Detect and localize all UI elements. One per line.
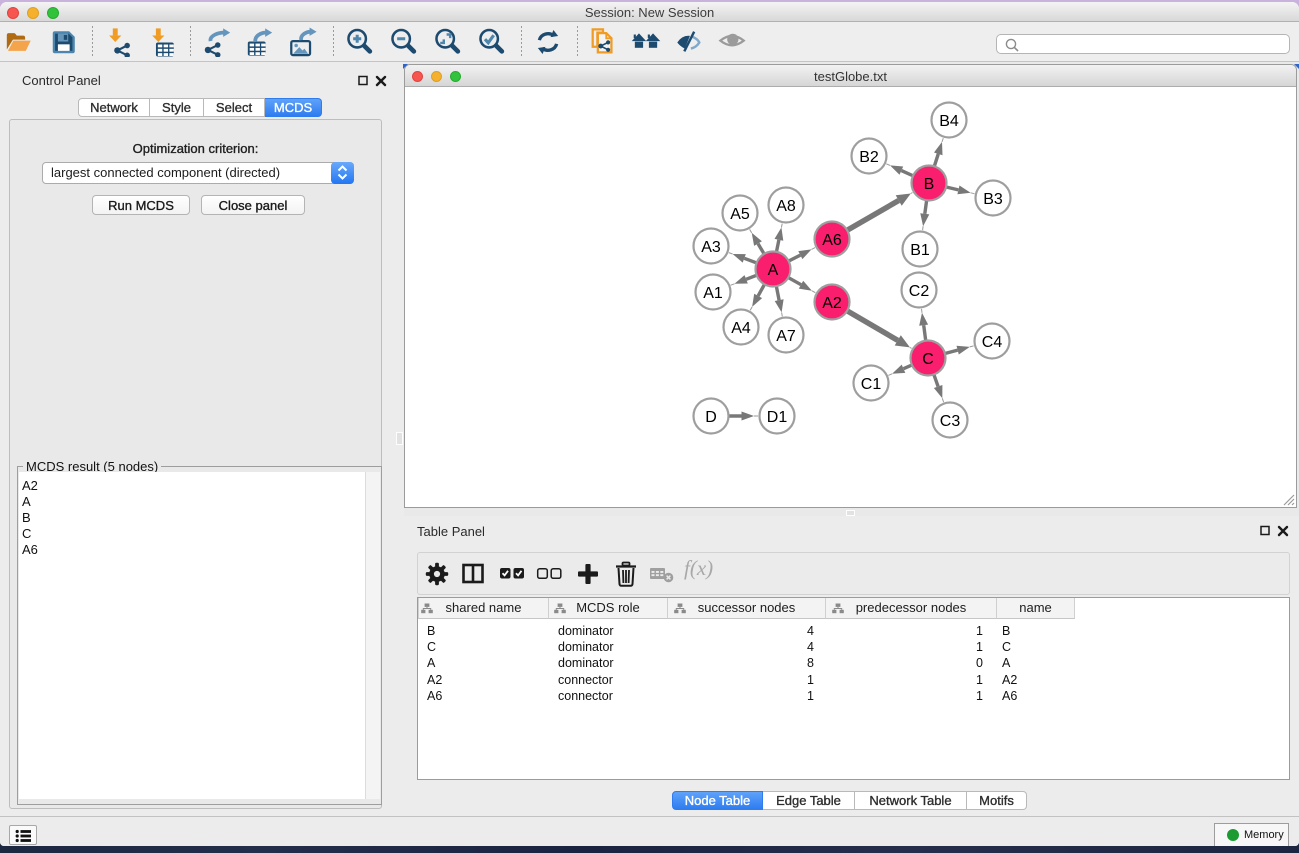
svg-text:A8: A8 [776,198,796,215]
svg-text:C3: C3 [940,413,961,430]
svg-text:A7: A7 [776,328,796,345]
svg-text:A4: A4 [731,320,751,337]
svg-text:D: D [705,409,717,426]
svg-text:D1: D1 [767,409,788,426]
svg-text:A2: A2 [822,295,842,312]
svg-text:B1: B1 [910,242,930,259]
svg-text:B3: B3 [983,191,1003,208]
svg-text:B2: B2 [859,149,879,166]
svg-text:A3: A3 [701,239,721,256]
svg-text:C: C [922,351,934,368]
svg-text:C4: C4 [982,334,1003,351]
svg-text:B: B [924,176,935,193]
svg-text:C2: C2 [909,283,930,300]
svg-text:A: A [768,262,779,279]
svg-text:C1: C1 [861,376,882,393]
svg-text:A5: A5 [730,206,750,223]
svg-text:A6: A6 [822,232,842,249]
svg-text:B4: B4 [939,113,959,130]
svg-text:A1: A1 [703,285,723,302]
